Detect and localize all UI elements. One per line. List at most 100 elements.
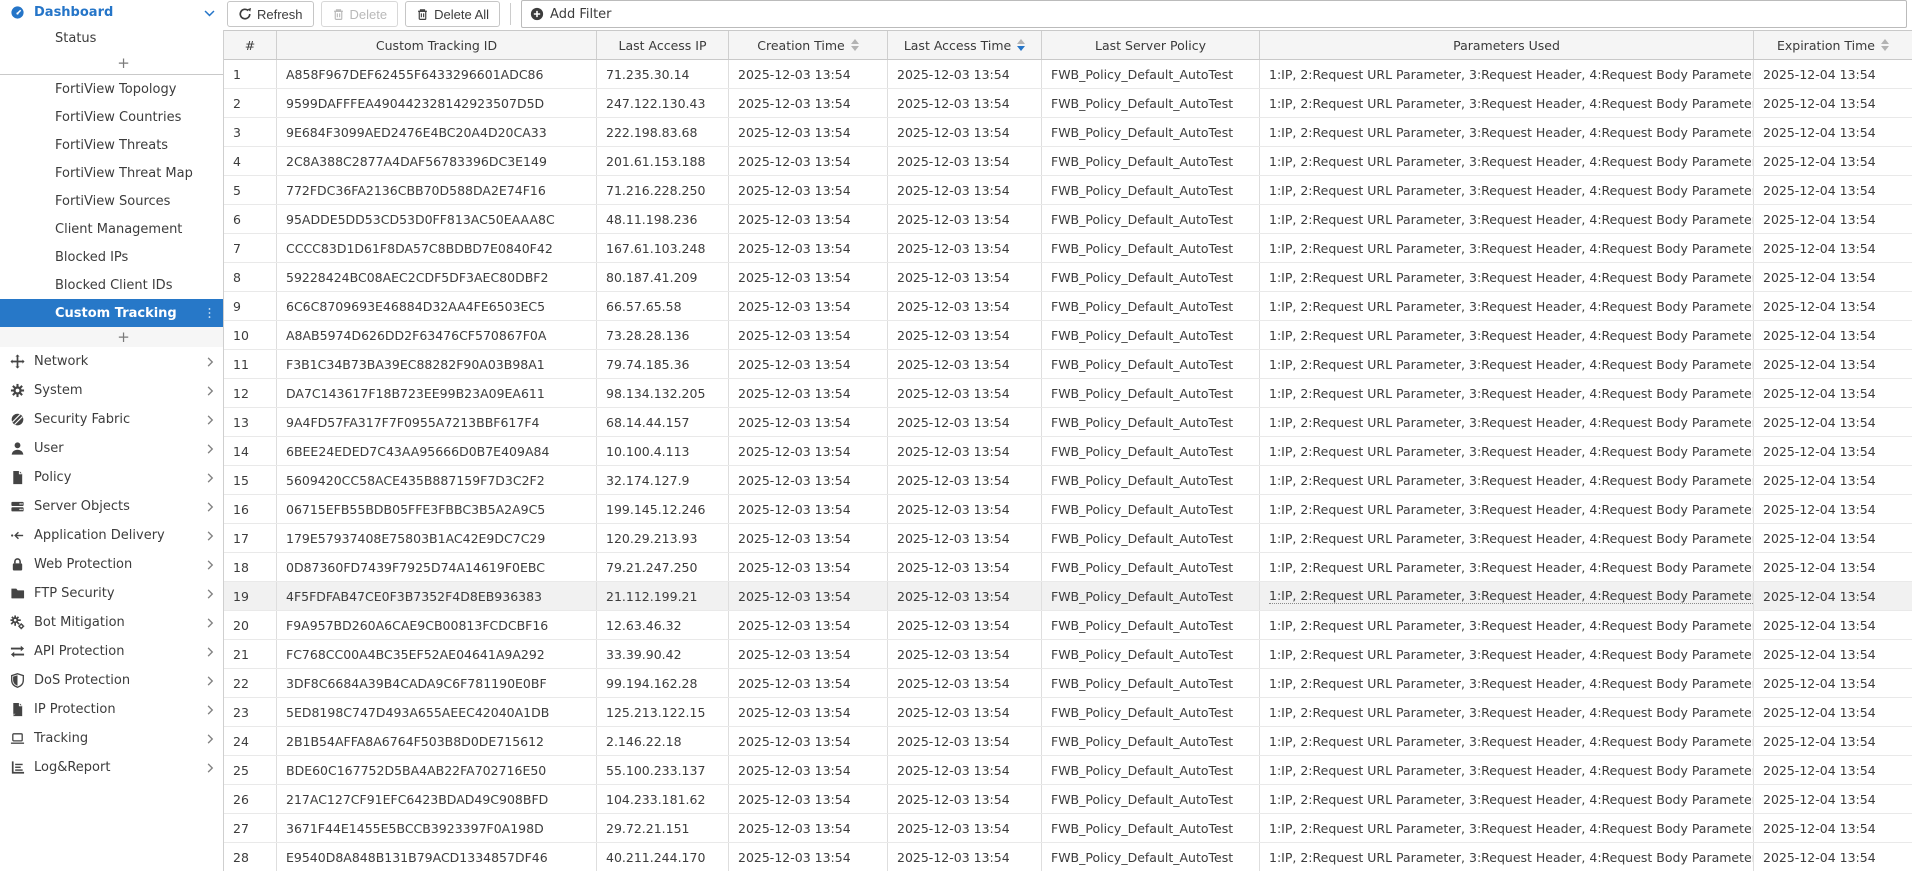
table-row[interactable]: 4 2C8A388C2877A4DAF56783396DC3E149 201.6… <box>224 147 1912 176</box>
chevron-right-icon[interactable] <box>204 356 216 368</box>
chevron-right-icon[interactable] <box>204 588 216 600</box>
table-row[interactable]: 9 6C6C8709693E46884D32AA4FE6503EC5 66.57… <box>224 292 1912 321</box>
table-row[interactable]: 7 CCCC83D1D61F8DA57C8BDBD7E0840F42 167.6… <box>224 234 1912 263</box>
chevron-right-icon[interactable] <box>204 530 216 542</box>
delete-all-button[interactable]: Delete All <box>405 1 501 27</box>
sidebar-item-fortiview-threat-map[interactable]: FortiView Threat Map <box>0 159 223 187</box>
table-row[interactable]: 25 BDE60C167752D5BA4AB22FA702716E50 55.1… <box>224 756 1912 785</box>
table-row[interactable]: 6 95ADDE5DD53CD53D0FF813AC50EAAA8C 48.11… <box>224 205 1912 234</box>
chevron-right-icon[interactable] <box>204 414 216 426</box>
sidebar-item-policy[interactable]: Policy <box>0 463 223 492</box>
column-header-expiration-time[interactable]: Expiration Time <box>1754 31 1912 59</box>
delete-button[interactable]: Delete <box>320 1 399 27</box>
sidebar-item-client-management[interactable]: Client Management <box>0 215 223 243</box>
chevron-right-icon[interactable] <box>204 646 216 658</box>
chevron-right-icon[interactable] <box>204 559 216 571</box>
chevron-right-icon[interactable] <box>204 443 216 455</box>
sidebar-item-log-report[interactable]: Log&Report <box>0 753 223 782</box>
sort-icon[interactable] <box>850 39 859 51</box>
sidebar-item-api-protection[interactable]: API Protection <box>0 637 223 666</box>
chevron-down-icon[interactable] <box>203 6 216 19</box>
table-row[interactable]: 20 F9A957BD260A6CAE9CB00813FCDCBF16 12.6… <box>224 611 1912 640</box>
sidebar-item-dos-protection[interactable]: DoS Protection <box>0 666 223 695</box>
sidebar-item-server-objects[interactable]: Server Objects <box>0 492 223 521</box>
chevron-right-icon[interactable] <box>204 501 216 513</box>
table-row[interactable]: 3 9E684F3099AED2476E4BC20A4D20CA33 222.1… <box>224 118 1912 147</box>
chevron-right-icon[interactable] <box>204 617 216 629</box>
table-row[interactable]: 1 A858F967DEF62455F6433296601ADC86 71.23… <box>224 60 1912 89</box>
sidebar-item-ftp-security[interactable]: FTP Security <box>0 579 223 608</box>
table-row[interactable]: 11 F3B1C34B73BA39EC88282F90A03B98A1 79.7… <box>224 350 1912 379</box>
sidebar-item-application-delivery[interactable]: Application Delivery <box>0 521 223 550</box>
creation-time-cell: 2025-12-03 13:54 <box>729 118 888 146</box>
sidebar-item-tracking[interactable]: Tracking <box>0 724 223 753</box>
creation-time-cell: 2025-12-03 13:54 <box>729 582 888 610</box>
add-filter-button[interactable]: Add Filter <box>530 7 612 22</box>
column-header-item[interactable]: # <box>224 31 277 59</box>
chevron-right-icon[interactable] <box>204 704 216 716</box>
table-row[interactable]: 14 6BEE24EDED7C43AA95666D0B7E409A84 10.1… <box>224 437 1912 466</box>
table-row[interactable]: 18 0D87360FD7439F7925D74A14619F0EBC 79.2… <box>224 553 1912 582</box>
sidebar-item-fortiview-topology[interactable]: FortiView Topology <box>0 75 223 103</box>
sidebar-item-status[interactable]: Status <box>0 25 223 52</box>
sidebar-item-user[interactable]: User <box>0 434 223 463</box>
sort-icon[interactable] <box>1017 39 1026 51</box>
table-row[interactable]: 26 217AC127CF91EFC6423BDAD49C908BFD 104.… <box>224 785 1912 814</box>
table-row[interactable]: 23 5ED8198C747D493A655AEEC42040A1DB 125.… <box>224 698 1912 727</box>
sort-icon[interactable] <box>1881 39 1889 51</box>
chevron-right-icon[interactable] <box>204 762 216 774</box>
table-row[interactable]: 28 E9540D8A848B131B79ACD1334857DF46 40.2… <box>224 843 1912 871</box>
sidebar-item-blocked-client-ids[interactable]: Blocked Client IDs <box>0 271 223 299</box>
table-row[interactable]: 13 9A4FD57FA317F7F0955A7213BBF617F4 68.1… <box>224 408 1912 437</box>
last-server-policy-cell: FWB_Policy_Default_AutoTest <box>1042 814 1260 842</box>
sidebar-item-fortiview-countries[interactable]: FortiView Countries <box>0 103 223 131</box>
table-row[interactable]: 2 9599DAFFFEA490442328142923507D5D 247.1… <box>224 89 1912 118</box>
column-header-last-server-policy[interactable]: Last Server Policy <box>1042 31 1260 59</box>
sidebar-item-blocked-ips[interactable]: Blocked IPs <box>0 243 223 271</box>
column-header-creation-time[interactable]: Creation Time <box>729 31 888 59</box>
chevron-right-icon[interactable] <box>204 472 216 484</box>
sidebar-item-web-protection[interactable]: Web Protection <box>0 550 223 579</box>
column-header-custom-tracking-id[interactable]: Custom Tracking ID <box>277 31 597 59</box>
chevron-right-icon[interactable] <box>204 733 216 745</box>
sidebar-item-system[interactable]: System <box>0 376 223 405</box>
sidebar-item-item[interactable]: + <box>0 327 223 347</box>
table-row[interactable]: 17 179E57937408E75803B1AC42E9DC7C29 120.… <box>224 524 1912 553</box>
table-row[interactable]: 10 A8AB5974D626DD2F63476CF570867F0A 73.2… <box>224 321 1912 350</box>
sidebar-item-custom-tracking[interactable]: Custom Tracking <box>0 299 223 327</box>
expiration-time-cell: 2025-12-04 13:54 <box>1754 524 1912 552</box>
table-row[interactable]: 5 772FDC36FA2136CBB70D588DA2E74F16 71.21… <box>224 176 1912 205</box>
sidebar-item-item[interactable]: + <box>0 52 223 75</box>
last-server-policy-cell: FWB_Policy_Default_AutoTest <box>1042 582 1260 610</box>
sidebar-item-dashboard[interactable]: Dashboard <box>0 0 223 25</box>
row-number-cell: 14 <box>224 437 277 465</box>
chevron-right-icon[interactable] <box>204 385 216 397</box>
table-row[interactable]: 24 2B1B54AFFA8A6764F503B8D0DE715612 2.14… <box>224 727 1912 756</box>
sidebar-item-ip-protection[interactable]: IP Protection <box>0 695 223 724</box>
sidebar-item-bot-mitigation[interactable]: Bot Mitigation <box>0 608 223 637</box>
table-row[interactable]: 8 59228424BC08AEC2CDF5DF3AEC80DBF2 80.18… <box>224 263 1912 292</box>
table-row[interactable]: 19 4F5FDFAB47CE0F3B7352F4D8EB936383 21.1… <box>224 582 1912 611</box>
sidebar-item-fortiview-sources[interactable]: FortiView Sources <box>0 187 223 215</box>
sidebar-item-network[interactable]: Network <box>0 347 223 376</box>
expiration-time-cell: 2025-12-04 13:54 <box>1754 408 1912 436</box>
refresh-button[interactable]: Refresh <box>227 1 314 27</box>
last-access-ip-cell: 120.29.213.93 <box>597 524 729 552</box>
table-row[interactable]: 27 3671F44E1455E5BCCB3923397F0A198D 29.7… <box>224 814 1912 843</box>
sidebar-item-label: FortiView Threats <box>55 137 169 153</box>
last-access-ip-cell: 21.112.199.21 <box>597 582 729 610</box>
sidebar-item-security-fabric[interactable]: Security Fabric <box>0 405 223 434</box>
table-row[interactable]: 21 FC768CC00A4BC35EF52AE04641A9A292 33.3… <box>224 640 1912 669</box>
sidebar-item-fortiview-threats[interactable]: FortiView Threats <box>0 131 223 159</box>
table-row[interactable]: 22 3DF8C6684A39B4CADA9C6F781190E0BF 99.1… <box>224 669 1912 698</box>
chevron-right-icon[interactable] <box>204 675 216 687</box>
table-row[interactable]: 12 DA7C143617F18B723EE99B23A09EA611 98.1… <box>224 379 1912 408</box>
filter-bar[interactable]: Add Filter <box>521 0 1907 28</box>
column-header-last-access-time[interactable]: Last Access Time <box>888 31 1042 59</box>
table-row[interactable]: 16 06715EFB55BDB05FFE3FBBC3B5A2A9C5 199.… <box>224 495 1912 524</box>
last-access-ip-cell: 73.28.28.136 <box>597 321 729 349</box>
table-row[interactable]: 15 5609420CC58ACE435B887159F7D3C2F2 32.1… <box>224 466 1912 495</box>
column-header-parameters-used[interactable]: Parameters Used <box>1260 31 1754 59</box>
kebab-icon[interactable] <box>203 307 216 320</box>
column-header-last-access-ip[interactable]: Last Access IP <box>597 31 729 59</box>
